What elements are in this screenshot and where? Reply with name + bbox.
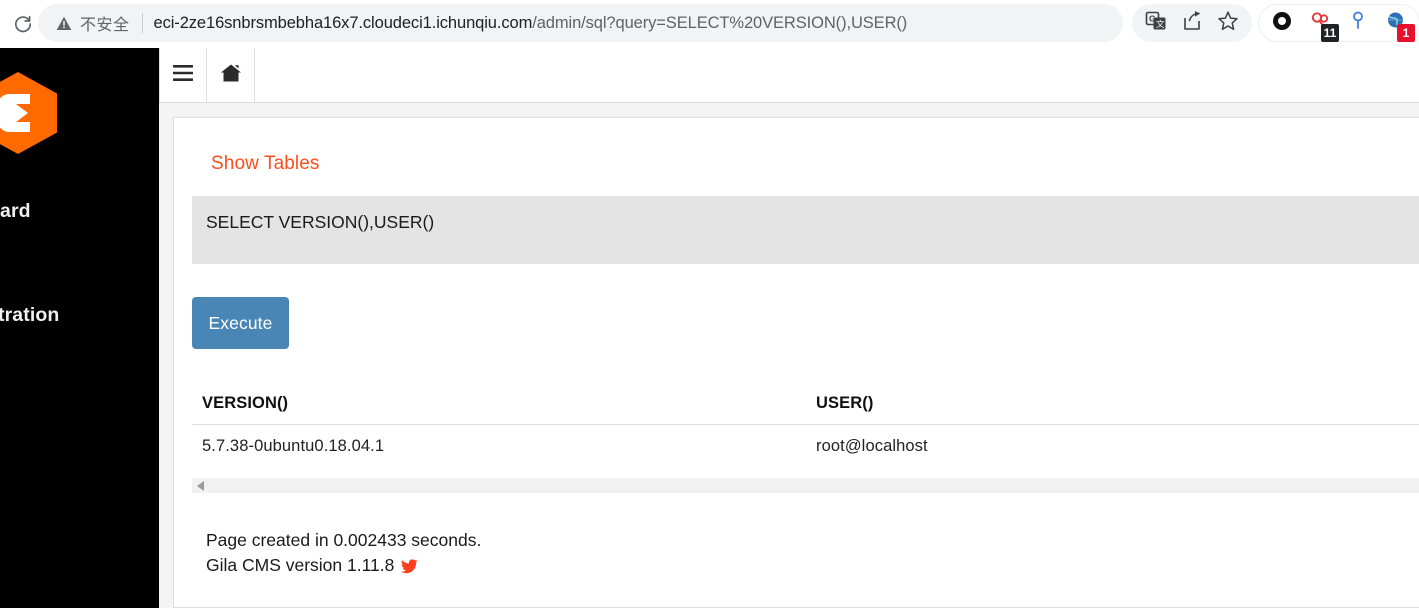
execute-button[interactable]: Execute xyxy=(192,297,289,349)
cell-user: root@localhost xyxy=(816,437,928,455)
page-footer: Page created in 0.002433 seconds. Gila C… xyxy=(206,528,481,579)
extension-badge-count: 1 xyxy=(1397,24,1415,42)
blue-pin-extension-icon xyxy=(1346,9,1370,38)
home-button[interactable] xyxy=(207,48,255,102)
sidebar-toggle-button[interactable] xyxy=(159,48,207,102)
extension-tray: 11 1 xyxy=(1258,4,1419,42)
extension-badge-count: 11 xyxy=(1321,24,1339,42)
url-path: /admin/sql?query=SELECT%20VERSION(),USER… xyxy=(532,13,908,32)
home-icon xyxy=(220,63,242,88)
security-status-label: 不安全 xyxy=(80,17,130,34)
cms-version-text: Gila CMS version 1.11.8 xyxy=(206,555,395,576)
address-bar[interactable]: 不安全 eci-2ze16snbrsmbebha16x7.cloudeci1.i… xyxy=(38,4,1123,42)
omnibox-divider xyxy=(141,13,143,33)
translate-button[interactable]: G 文 xyxy=(1138,5,1174,41)
sql-query-input[interactable] xyxy=(192,196,1419,264)
results-table-wrap: VERSION() USER() 5.7.38-0ubuntu0.18.04.1… xyxy=(192,386,1419,469)
browser-chrome: 不安全 eci-2ze16snbrsmbebha16x7.cloudeci1.i… xyxy=(0,0,1419,48)
sidebar-item-administration[interactable]: inistration xyxy=(0,289,159,341)
page-viewport: hboard tent inistration xyxy=(0,48,1419,608)
bookmark-button[interactable] xyxy=(1210,5,1246,41)
table-row: 5.7.38-0ubuntu0.18.04.1 root@localhost xyxy=(192,425,1419,470)
results-table: VERSION() USER() 5.7.38-0ubuntu0.18.04.1… xyxy=(192,386,1419,469)
chrome-action-group: G 文 xyxy=(1132,4,1252,42)
results-horizontal-scrollbar[interactable] xyxy=(192,478,1419,493)
sidebar-item-label: hboard xyxy=(0,199,31,222)
scroll-left-arrow-icon[interactable] xyxy=(197,480,204,491)
page-created-text: Page created in 0.002433 seconds. xyxy=(206,530,482,550)
column-header-user: USER() xyxy=(806,386,1419,425)
share-button[interactable] xyxy=(1174,5,1210,41)
cell-version: 5.7.38-0ubuntu0.18.04.1 xyxy=(202,437,385,455)
column-header-version: VERSION() xyxy=(192,386,806,425)
black-ring-extension-button[interactable] xyxy=(1263,5,1301,41)
sidebar-nav: hboard tent inistration xyxy=(0,185,159,341)
table-header-row: VERSION() USER() xyxy=(192,386,1419,425)
globe-extension-button[interactable]: 1 xyxy=(1377,5,1415,42)
sidebar-item-dashboard[interactable]: hboard xyxy=(0,185,159,237)
url-text: eci-2ze16snbrsmbebha16x7.cloudeci1.ichun… xyxy=(154,14,908,33)
reload-button[interactable] xyxy=(6,7,40,41)
admin-sidebar: hboard tent inistration xyxy=(0,48,159,608)
reload-icon xyxy=(13,14,33,34)
sql-panel: Show Tables Execute VERSION() USER() 5.7… xyxy=(173,117,1419,608)
hamburger-menu-icon xyxy=(172,64,194,87)
warning-triangle-icon xyxy=(56,15,72,31)
gila-cms-hexagon-logo[interactable] xyxy=(0,70,64,156)
blue-pin-extension-button[interactable] xyxy=(1339,5,1377,41)
red-extension-button[interactable]: 11 xyxy=(1301,5,1339,42)
show-tables-link[interactable]: Show Tables xyxy=(211,153,320,175)
twitter-bird-icon[interactable] xyxy=(401,558,418,574)
navbar-spacer xyxy=(255,48,1419,102)
share-icon xyxy=(1181,10,1203,37)
translate-icon: G 文 xyxy=(1145,10,1167,37)
black-ring-extension-icon xyxy=(1270,9,1294,38)
cms-version-line: Gila CMS version 1.11.8 xyxy=(206,553,481,578)
bookmark-star-icon xyxy=(1217,10,1239,37)
url-host: eci-2ze16snbrsmbebha16x7.cloudeci1.ichun… xyxy=(153,13,533,32)
sidebar-item-label: inistration xyxy=(0,303,60,326)
sidebar-item-content[interactable]: tent xyxy=(0,237,159,289)
admin-navbar xyxy=(159,48,1419,103)
svg-text:文: 文 xyxy=(1156,19,1165,29)
